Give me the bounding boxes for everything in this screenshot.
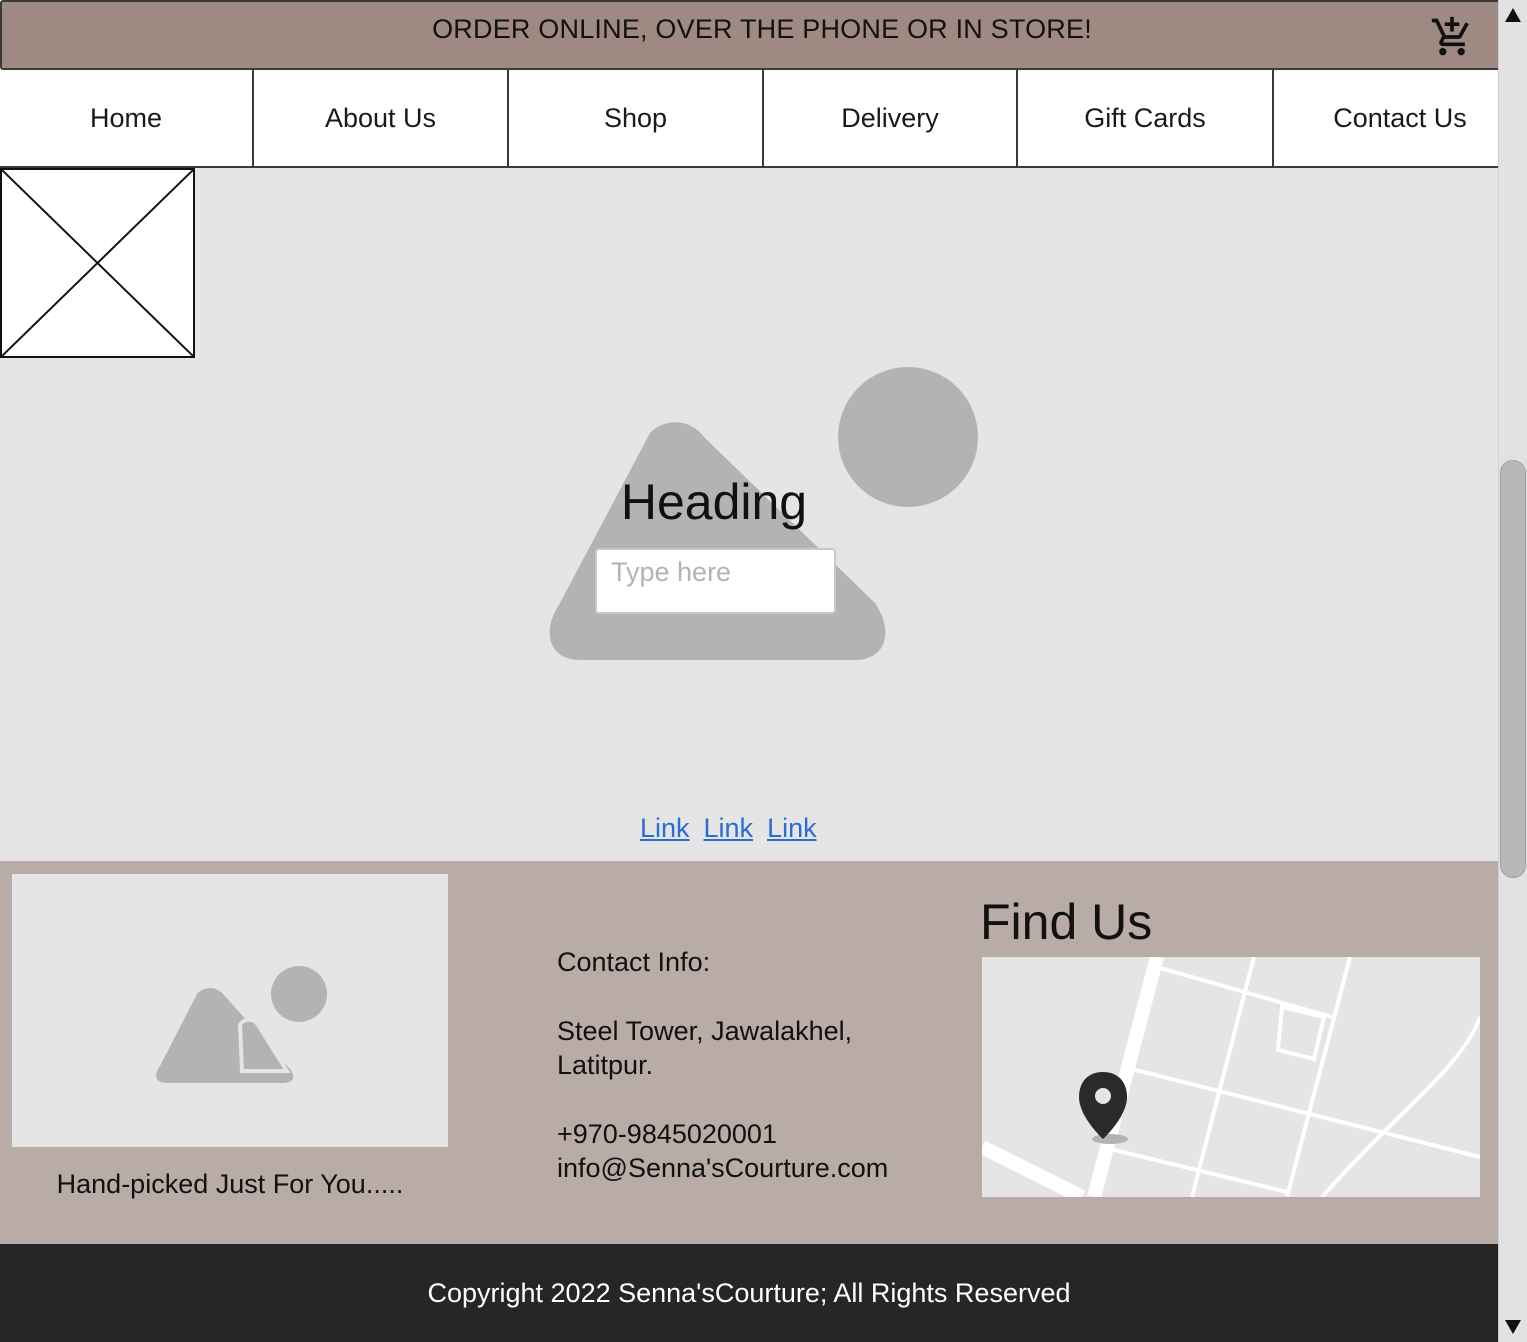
image-placeholder-icon [156,966,327,1083]
nav-item-about-us[interactable]: About Us [254,70,509,166]
hero-text-input[interactable] [595,548,836,614]
find-us-title: Find Us [980,894,1153,950]
vertical-scrollbar[interactable] [1498,0,1527,1342]
contact-phone: +970-9845020001 [557,1119,777,1149]
image-caption: Hand-picked Just For You..... [56,1169,404,1199]
link-1[interactable]: Link [640,813,690,844]
contact-title: Contact Info: [557,947,711,977]
main-nav: Home About Us Shop Delivery Gift Cards C… [0,70,1498,168]
contact-email: info@Senna'sCourture.com [557,1153,889,1183]
hero-section: Heading Link Link Link [0,168,1498,861]
nav-item-home[interactable]: Home [0,70,254,166]
scrollbar-thumb[interactable] [1500,460,1526,878]
contact-address-line2: Latitpur. [557,1050,654,1080]
contact-info: Contact Info: Steel Tower, Jawalakhel, L… [557,945,888,1185]
scroll-down-arrow-icon[interactable] [1499,1312,1527,1342]
banner-text: ORDER ONLINE, OVER THE PHONE OR IN STORE… [432,14,1092,44]
page: ORDER ONLINE, OVER THE PHONE OR IN STORE… [0,0,1498,1342]
link-3[interactable]: Link [767,813,817,844]
nav-item-contact-us[interactable]: Contact Us [1274,70,1498,166]
footer-info: Hand-picked Just For You..... Contact In… [0,861,1498,1244]
nav-item-delivery[interactable]: Delivery [764,70,1018,166]
scroll-up-arrow-icon[interactable] [1499,0,1527,30]
copyright-bar: Copyright 2022 Senna'sCourture; All Righ… [0,1244,1498,1342]
contact-address-line1: Steel Tower, Jawalakhel, [557,1016,853,1046]
image-placeholder-box [0,168,195,358]
featured-image [12,874,448,1147]
nav-item-shop[interactable]: Shop [509,70,764,166]
copyright-text: Copyright 2022 Senna'sCourture; All Righ… [427,1278,1071,1308]
map-pin-icon [1079,1072,1127,1139]
hero-heading: Heading [620,474,808,530]
top-banner: ORDER ONLINE, OVER THE PHONE OR IN STORE… [0,0,1498,70]
nav-item-gift-cards[interactable]: Gift Cards [1018,70,1274,166]
link-2[interactable]: Link [704,813,754,844]
location-map[interactable] [982,957,1480,1197]
link-row: Link Link Link [640,813,817,844]
cart-add-icon[interactable] [1430,15,1474,59]
